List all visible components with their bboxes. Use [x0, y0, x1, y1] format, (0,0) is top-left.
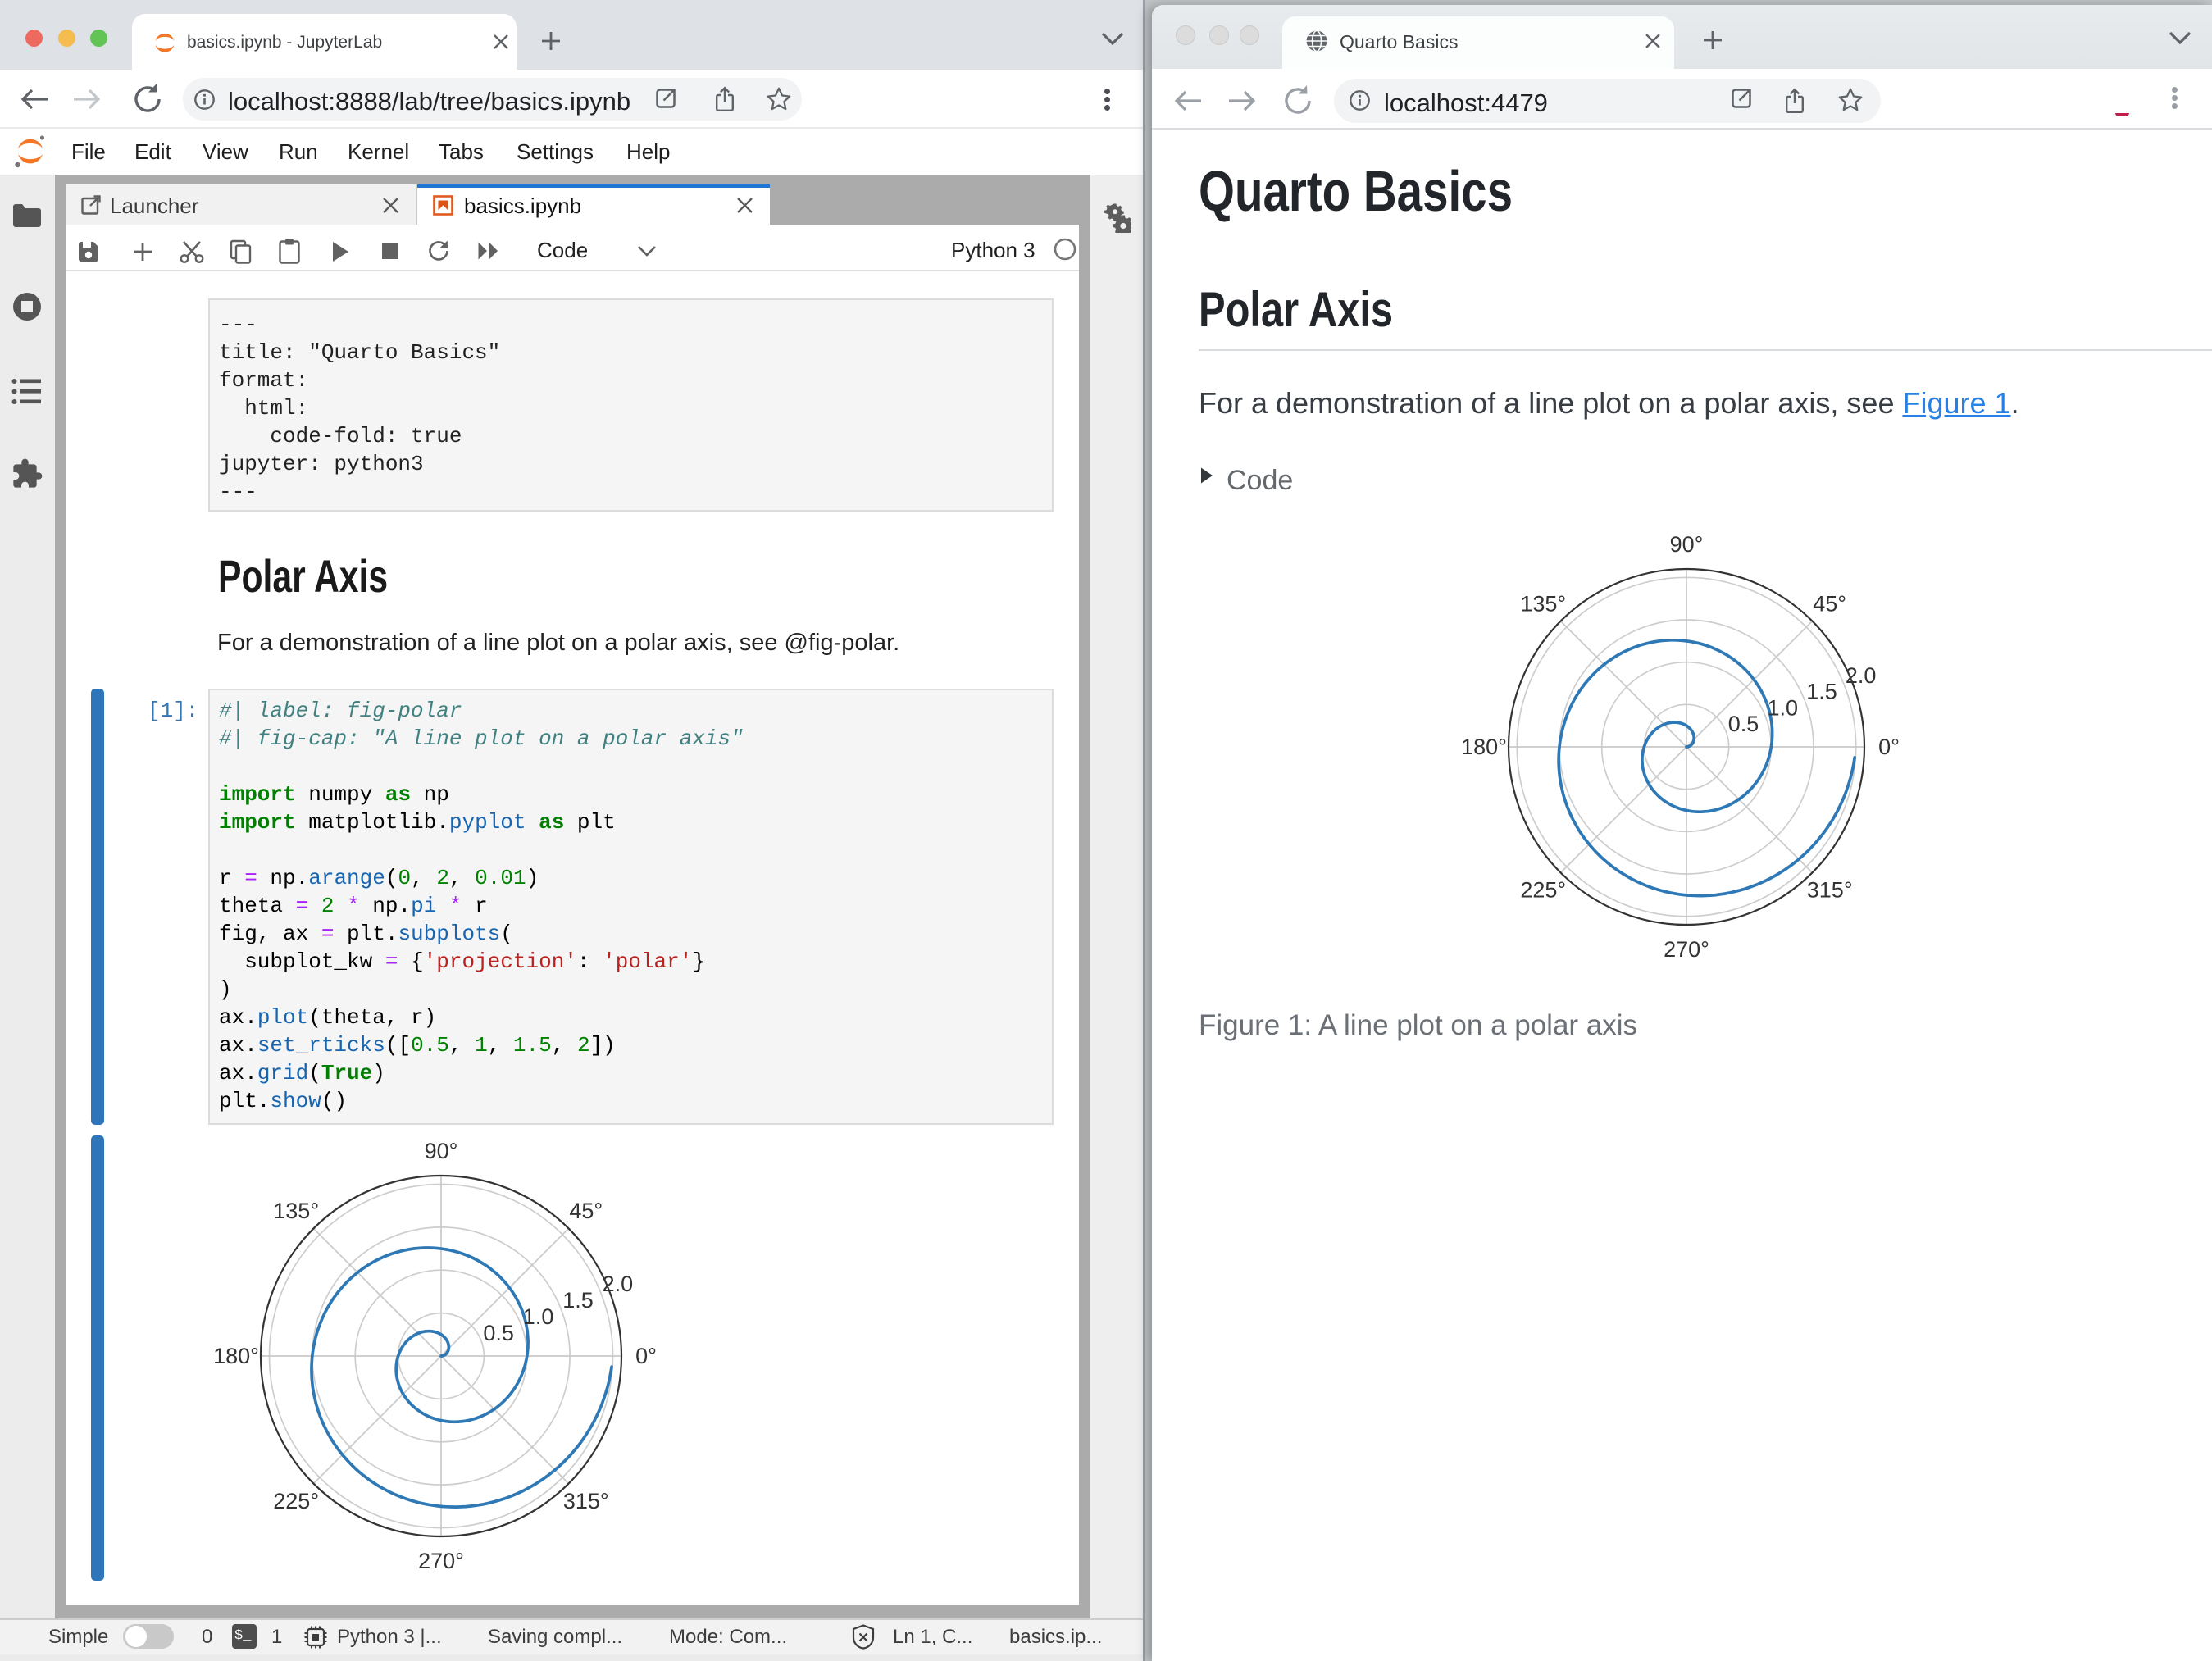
- svg-text:2.0: 2.0: [1846, 663, 1877, 688]
- svg-text:135°: 135°: [1520, 591, 1566, 616]
- svg-text:315°: 315°: [563, 1489, 609, 1513]
- svg-text:0°: 0°: [635, 1344, 657, 1368]
- svg-text:0.5: 0.5: [483, 1321, 514, 1345]
- svg-text:2.0: 2.0: [603, 1272, 634, 1296]
- svg-text:1.0: 1.0: [523, 1304, 554, 1329]
- svg-text:0°: 0°: [1878, 735, 1900, 759]
- svg-text:90°: 90°: [1670, 532, 1704, 557]
- svg-text:225°: 225°: [273, 1489, 319, 1513]
- svg-text:225°: 225°: [1520, 878, 1566, 903]
- svg-text:90°: 90°: [425, 1139, 458, 1163]
- svg-text:45°: 45°: [569, 1199, 603, 1223]
- svg-text:45°: 45°: [1813, 591, 1846, 616]
- svg-text:1.5: 1.5: [562, 1288, 594, 1313]
- svg-text:0.5: 0.5: [1728, 712, 1759, 736]
- svg-text:135°: 135°: [273, 1199, 319, 1223]
- svg-text:1.5: 1.5: [1806, 680, 1837, 704]
- svg-text:315°: 315°: [1807, 878, 1853, 903]
- svg-text:180°: 180°: [213, 1344, 259, 1368]
- svg-text:270°: 270°: [418, 1549, 464, 1573]
- svg-text:1.0: 1.0: [1768, 696, 1799, 721]
- svg-text:270°: 270°: [1664, 937, 1709, 962]
- svg-text:180°: 180°: [1461, 735, 1507, 759]
